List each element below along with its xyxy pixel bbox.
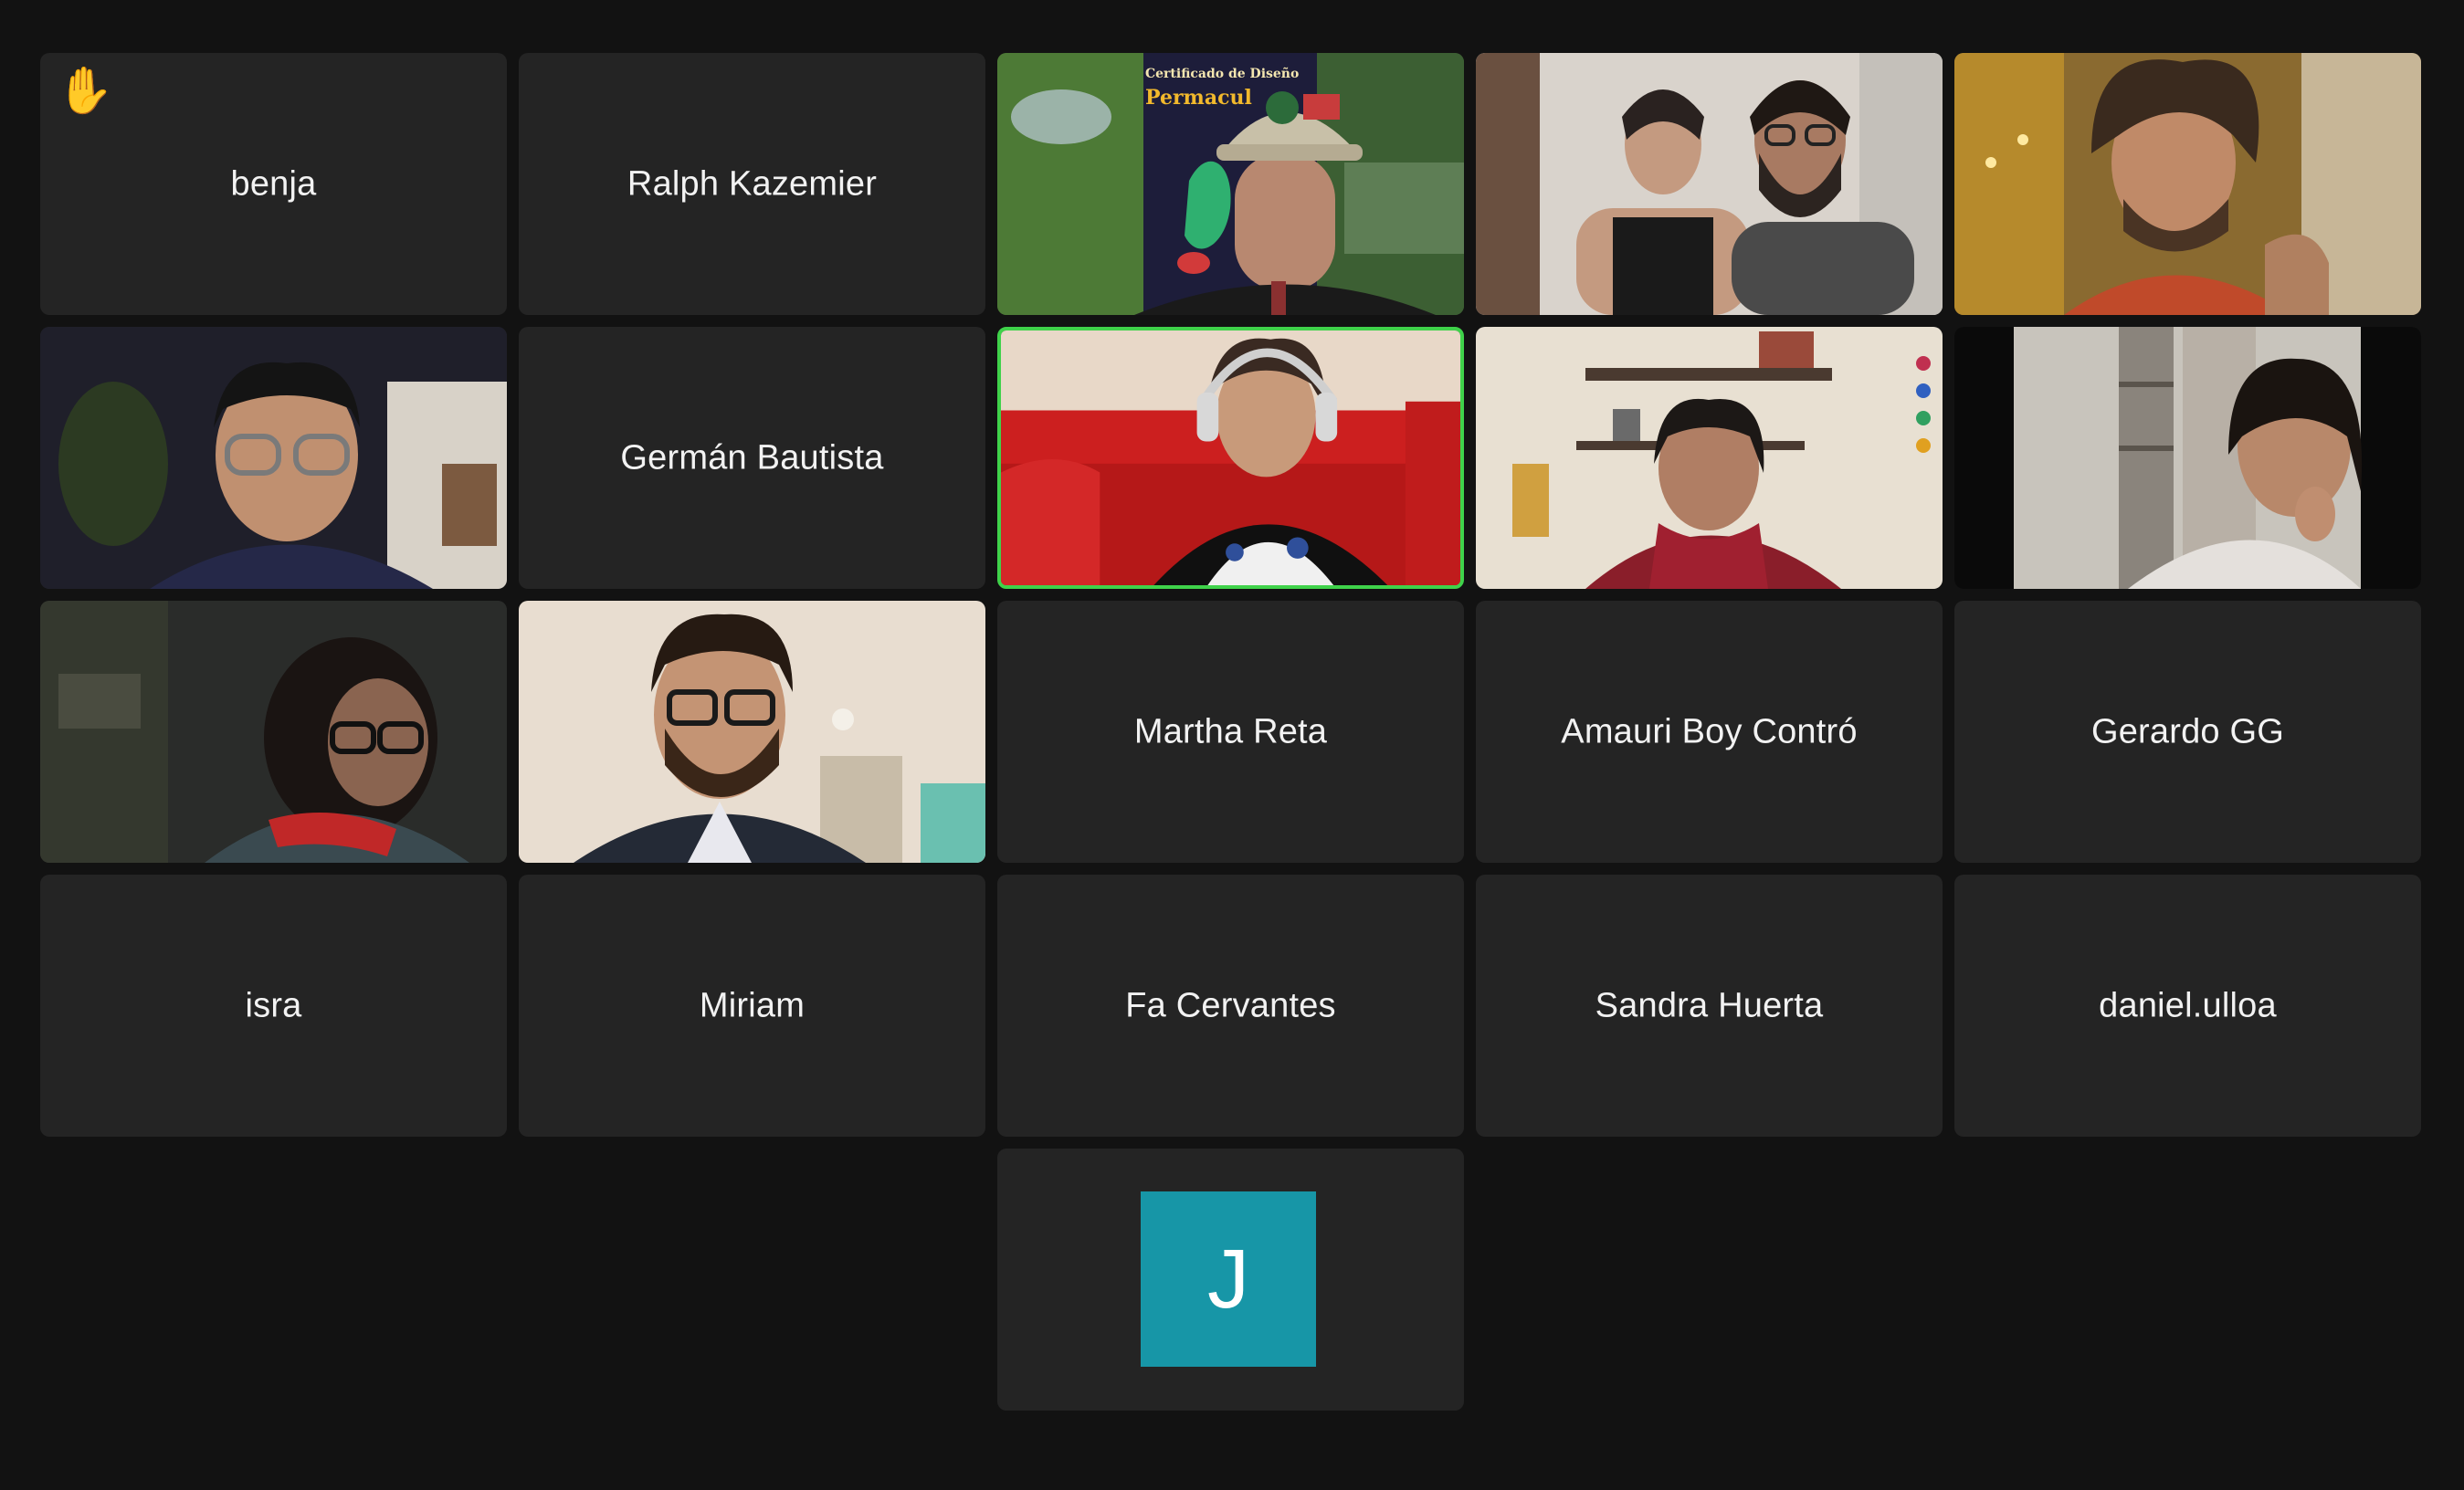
participant-name: Sandra Huerta (1595, 986, 1824, 1024)
participant-name: benja (230, 164, 317, 203)
participant-video-cap-man[interactable]: Certificado de Diseño Permacul (997, 53, 1464, 315)
participant-tile-benja[interactable]: ✋ benja (40, 53, 507, 315)
participant-name: Germán Bautista (620, 438, 884, 477)
video-feed (1954, 327, 2421, 589)
participant-name: Amauri Boy Contró (1561, 712, 1858, 750)
participant-tile-fa-cervantes[interactable]: Fa Cervantes (997, 875, 1464, 1137)
video-feed (40, 601, 507, 863)
participant-video-beard-man[interactable] (519, 601, 985, 863)
participant-video-young-woman[interactable] (1954, 327, 2421, 589)
participant-tile-gerardo-gg[interactable]: Gerardo GG (1954, 601, 2421, 863)
participant-name: Miriam (699, 986, 806, 1024)
avatar: J (1141, 1191, 1316, 1367)
participant-video-headphones-woman[interactable] (997, 327, 1464, 589)
participant-video-dark-woman[interactable] (40, 601, 507, 863)
participant-tile-ralph-kazemier[interactable]: Ralph Kazemier (519, 53, 985, 315)
participant-tile-miriam[interactable]: Miriam (519, 875, 985, 1137)
participant-tile-daniel-ulloa[interactable]: daniel.ulloa (1954, 875, 2421, 1137)
video-feed (1476, 53, 1943, 315)
participant-video-couple[interactable] (1476, 53, 1943, 315)
participant-name: Martha Reta (1133, 712, 1328, 750)
participant-video-glasses-man[interactable] (40, 327, 507, 589)
participant-video-scarf-woman[interactable] (1476, 327, 1943, 589)
participant-tile-german-bautista[interactable]: Germán Bautista (519, 327, 985, 589)
participant-tile-amauri-boy-contro[interactable]: Amauri Boy Contró (1476, 601, 1943, 863)
participant-tile-isra[interactable]: isra (40, 875, 507, 1137)
gallery-view: ✋ benja Ralph Kazemier Certificado de Di… (0, 0, 2464, 1490)
participant-name: Gerardo GG (2090, 712, 2285, 750)
participant-name: isra (245, 986, 302, 1024)
video-feed (1954, 53, 2421, 315)
participant-video-curly-man[interactable] (1954, 53, 2421, 315)
participant-tile-j[interactable]: J (997, 1149, 1464, 1411)
background-sign: Certificado de Diseño Permacul (1145, 67, 1300, 110)
participant-name: daniel.ulloa (2099, 986, 2277, 1024)
video-feed (40, 327, 507, 589)
participant-tile-martha-reta[interactable]: Martha Reta (997, 601, 1464, 863)
video-feed (1001, 331, 1460, 585)
video-feed (1476, 327, 1943, 589)
raise-hand-icon: ✋ (57, 65, 114, 116)
participant-name: Fa Cervantes (1125, 986, 1336, 1024)
participant-name: Ralph Kazemier (627, 164, 878, 203)
video-feed (519, 601, 985, 863)
participant-tile-sandra-huerta[interactable]: Sandra Huerta (1476, 875, 1943, 1137)
